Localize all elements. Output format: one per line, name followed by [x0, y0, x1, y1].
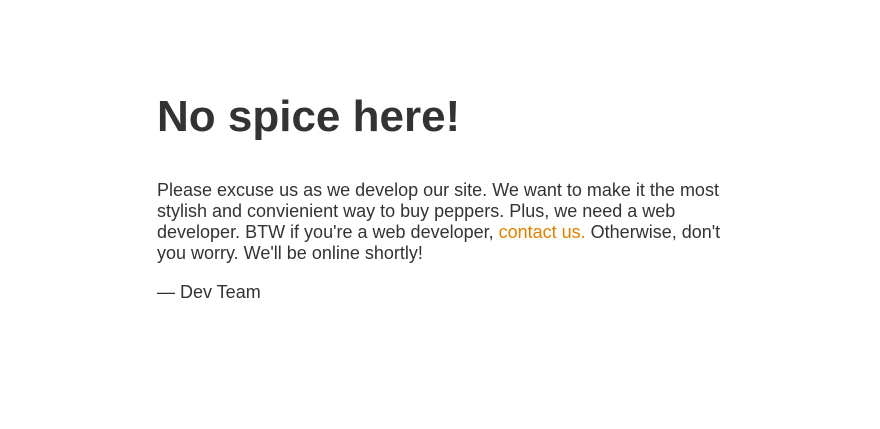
maintenance-notice: No spice here! Please excuse us as we de…: [157, 92, 727, 303]
page-title: No spice here!: [157, 92, 461, 141]
maintenance-message: Please excuse us as we develop our site.…: [157, 180, 727, 264]
signature: — Dev Team: [157, 282, 261, 302]
contact-us-link[interactable]: contact us.: [499, 222, 586, 242]
